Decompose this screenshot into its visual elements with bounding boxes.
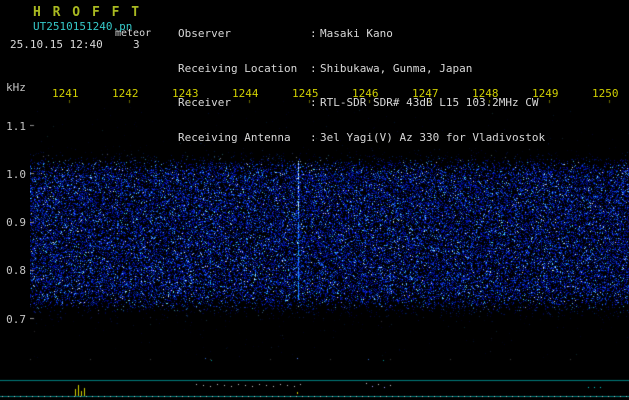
time-tick-label: 1246 (352, 87, 379, 100)
time-tick-label: 1245 (292, 87, 319, 100)
time-tick-label: 1248 (472, 87, 499, 100)
info-row: Observer : Masaki Kano (178, 28, 545, 40)
info-row: Receiving Location : Shibukawa, Gunma, J… (178, 61, 545, 75)
info-value: Shibukawa, Gunma, Japan (320, 61, 473, 75)
info-value: Masaki Kano (320, 27, 393, 40)
level-strip-canvas (0, 352, 629, 400)
time-tick-label: 1250 (592, 87, 619, 100)
info-label: Observer (178, 27, 231, 40)
freq-tick-label: 0.7 (6, 313, 26, 326)
freq-tick-label: 0.8 (6, 264, 26, 277)
freq-axis: 1.1 1.0 0.9 0.8 0.7 (0, 0, 27, 400)
freq-tick-label: 1.1 (6, 120, 26, 133)
time-tick-label: 1247 (412, 87, 439, 100)
info-label: Receiving Location (178, 61, 298, 75)
info-colon: : (310, 27, 317, 40)
time-tick-label: 1243 (172, 87, 199, 100)
time-tick-label: 1241 (52, 87, 79, 100)
time-tick-label: 1249 (532, 87, 559, 100)
info-colon: : (310, 61, 317, 75)
app-title: H R O F F T (33, 5, 142, 20)
time-tick-label: 1242 (112, 87, 139, 100)
freq-tick-label: 0.9 (6, 216, 26, 229)
time-axis: 1241 1242 1243 1244 1245 1246 1247 1248 1249 1250 (0, 87, 629, 100)
hrofft-screen: H R O F F T UT2510151240.pn meteor 25.10… (0, 0, 629, 400)
time-tick-label: 1244 (232, 87, 259, 100)
spectrogram-canvas (30, 100, 629, 358)
freq-tick-label: 1.0 (6, 168, 26, 181)
segment-count: 3 (133, 38, 140, 51)
